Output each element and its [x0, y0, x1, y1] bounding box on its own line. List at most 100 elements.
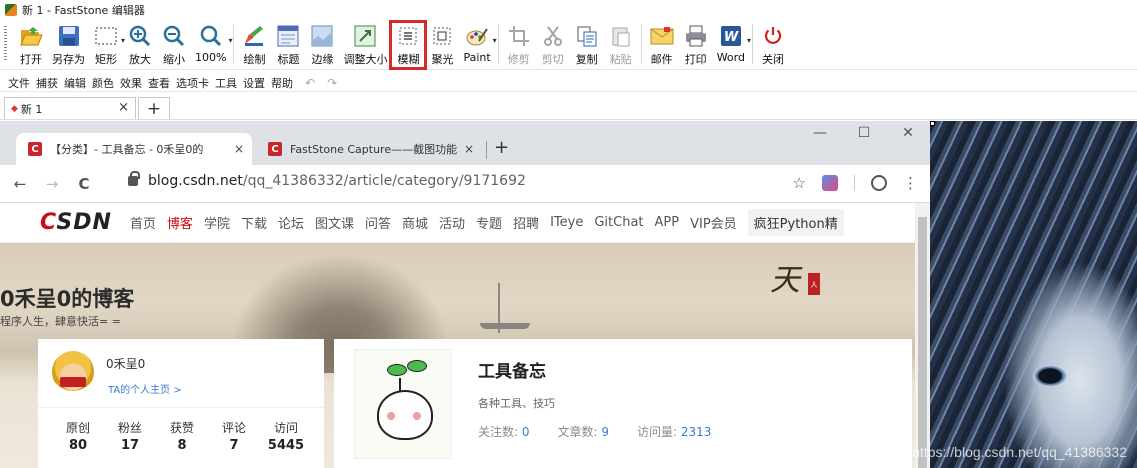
nav-courses[interactable]: 图文课	[315, 213, 354, 232]
nav-mall[interactable]: 商城	[402, 213, 428, 232]
svg-text:W: W	[724, 30, 739, 45]
new-doc-tab-button[interactable]: +	[138, 97, 170, 119]
profile-home-link[interactable]: TA的个人主页 >	[108, 381, 182, 396]
paint-label: Paint	[463, 51, 491, 64]
chevron-down-icon[interactable]: ▾	[747, 36, 751, 45]
rect-select-icon	[93, 23, 119, 49]
stat-likes: 获赞 8	[156, 419, 208, 453]
maximize-icon[interactable]: ☐	[842, 125, 886, 141]
print-button[interactable]: 打印	[679, 22, 713, 68]
profile-icon[interactable]	[871, 175, 887, 191]
menu-capture[interactable]: 捕获	[36, 75, 58, 91]
chevron-down-icon[interactable]: ▾	[228, 36, 232, 45]
redo-icon[interactable]: ↷	[327, 76, 337, 90]
crop-button[interactable]: 修剪	[502, 22, 536, 68]
banner-calligraphy: 天	[770, 263, 800, 298]
zoom-out-icon	[161, 23, 187, 49]
extension-icon[interactable]	[822, 175, 838, 191]
nav-jobs[interactable]: 招聘	[513, 213, 539, 232]
edge-button[interactable]: 边缘	[305, 22, 339, 68]
nav-events[interactable]: 活动	[439, 213, 465, 232]
paint-button[interactable]: Paint ▾	[459, 22, 497, 68]
save-as-button[interactable]: 另存为	[48, 22, 89, 68]
toolbar-divider	[751, 24, 753, 64]
copy-button[interactable]: 复制	[570, 22, 604, 68]
page-scrollbar[interactable]	[915, 203, 930, 468]
word-button[interactable]: W Word ▾	[713, 22, 751, 68]
menu-colors[interactable]: 颜色	[92, 75, 114, 91]
menu-tabs[interactable]: 选项卡	[176, 75, 209, 91]
close-icon[interactable]: ×	[118, 100, 129, 115]
menu-settings[interactable]: 设置	[243, 75, 265, 91]
draw-button[interactable]: 绘制	[237, 22, 271, 68]
caption-label: 标题	[277, 53, 300, 66]
menu-view[interactable]: 查看	[148, 75, 170, 91]
menu-edit[interactable]: 编辑	[64, 75, 86, 91]
undo-icon[interactable]: ↶	[305, 76, 315, 90]
profile-card: 0禾呈0 TA的个人主页 > 原创 80 粉丝 17 获赞 8 评论 7 访问 …	[38, 339, 324, 468]
nav-iteye[interactable]: ITeye	[550, 215, 583, 230]
close-icon[interactable]: ×	[464, 142, 474, 156]
save-as-label: 另存为	[52, 53, 85, 66]
paste-icon	[608, 23, 634, 49]
menu-effects[interactable]: 效果	[120, 75, 142, 91]
minimize-icon[interactable]: —	[798, 125, 842, 141]
zoom-100-label: 100%	[195, 51, 227, 64]
close-button[interactable]: 关闭	[756, 22, 790, 68]
close-window-icon[interactable]: ✕	[886, 125, 930, 141]
zoom-in-button[interactable]: 放大	[123, 22, 157, 68]
followers-value: 0	[521, 425, 530, 439]
resize-button[interactable]: 调整大小	[339, 22, 391, 68]
doc-tab-active[interactable]: ◆ 新 1 ×	[4, 97, 136, 119]
browser-tab-active[interactable]: C 【分类】- 工具备忘 - 0禾呈0的 ×	[16, 133, 252, 165]
zoom-out-button[interactable]: 缩小	[157, 22, 191, 68]
back-arrow-icon[interactable]: ←	[8, 175, 32, 193]
image-canvas[interactable]: C 【分类】- 工具备忘 - 0禾呈0的 × C FastStone Captu…	[0, 121, 1137, 468]
nav-academy[interactable]: 学院	[204, 213, 230, 232]
toolbar-grip[interactable]	[4, 26, 7, 62]
bookmark-star-icon[interactable]: ☆	[793, 174, 806, 192]
nav-topics[interactable]: 专题	[476, 213, 502, 232]
email-button[interactable]: 邮件	[645, 22, 679, 68]
more-menu-icon[interactable]: ⋮	[903, 174, 918, 192]
doc-tab-label: 新 1	[20, 102, 43, 116]
nav-download[interactable]: 下载	[241, 213, 267, 232]
close-icon[interactable]: ×	[234, 142, 244, 156]
scrollbar-thumb[interactable]	[918, 217, 927, 468]
nav-gitchat[interactable]: GitChat	[594, 215, 643, 230]
nav-vip[interactable]: VIP会员	[690, 213, 737, 232]
cut-button[interactable]: 剪切	[536, 22, 570, 68]
menu-tools[interactable]: 工具	[215, 75, 237, 91]
profile-name[interactable]: 0禾呈0	[106, 355, 145, 372]
nav-home[interactable]: 首页	[130, 213, 156, 232]
csdn-logo[interactable]: CSDN	[40, 210, 112, 235]
zoom-100-button[interactable]: 100% ▾	[191, 22, 232, 68]
nav-promo[interactable]: 疯狂Python精	[747, 209, 844, 236]
blog-title[interactable]: 0禾呈0的博客	[0, 283, 134, 313]
chevron-down-icon[interactable]: ▾	[493, 36, 497, 45]
spotlight-button[interactable]: 聚光	[425, 22, 459, 68]
paste-button[interactable]: 粘贴	[604, 22, 638, 68]
new-tab-button[interactable]: +	[494, 137, 509, 158]
nav-blog[interactable]: 博客	[167, 213, 193, 232]
nav-qa[interactable]: 问答	[365, 213, 391, 232]
blur-button[interactable]: 模糊	[389, 20, 428, 70]
avatar[interactable]	[52, 351, 94, 393]
caption-button[interactable]: 标题	[271, 22, 305, 68]
open-button[interactable]: 打开	[14, 22, 48, 68]
reload-icon[interactable]: C	[72, 175, 96, 193]
browser-tab-inactive[interactable]: C FastStone Capture——截图功能 ×	[256, 133, 484, 165]
menu-file[interactable]: 文件	[8, 75, 30, 91]
rect-select-button[interactable]: 矩形 ▾	[89, 22, 125, 68]
folder-open-icon	[18, 23, 44, 49]
selection-handle[interactable]	[930, 121, 935, 126]
forward-arrow-icon[interactable]: →	[40, 175, 64, 193]
sprout-leaf	[407, 360, 427, 372]
nav-app[interactable]: APP	[655, 215, 680, 230]
nav-forum[interactable]: 论坛	[278, 213, 304, 232]
menu-help[interactable]: 帮助	[271, 75, 293, 91]
paste-label: 粘贴	[609, 53, 632, 66]
crop-icon	[506, 23, 532, 49]
stat-value: 80	[68, 438, 88, 453]
address-bar[interactable]: blog.csdn.net /qq_41386332/article/categ…	[128, 171, 526, 189]
